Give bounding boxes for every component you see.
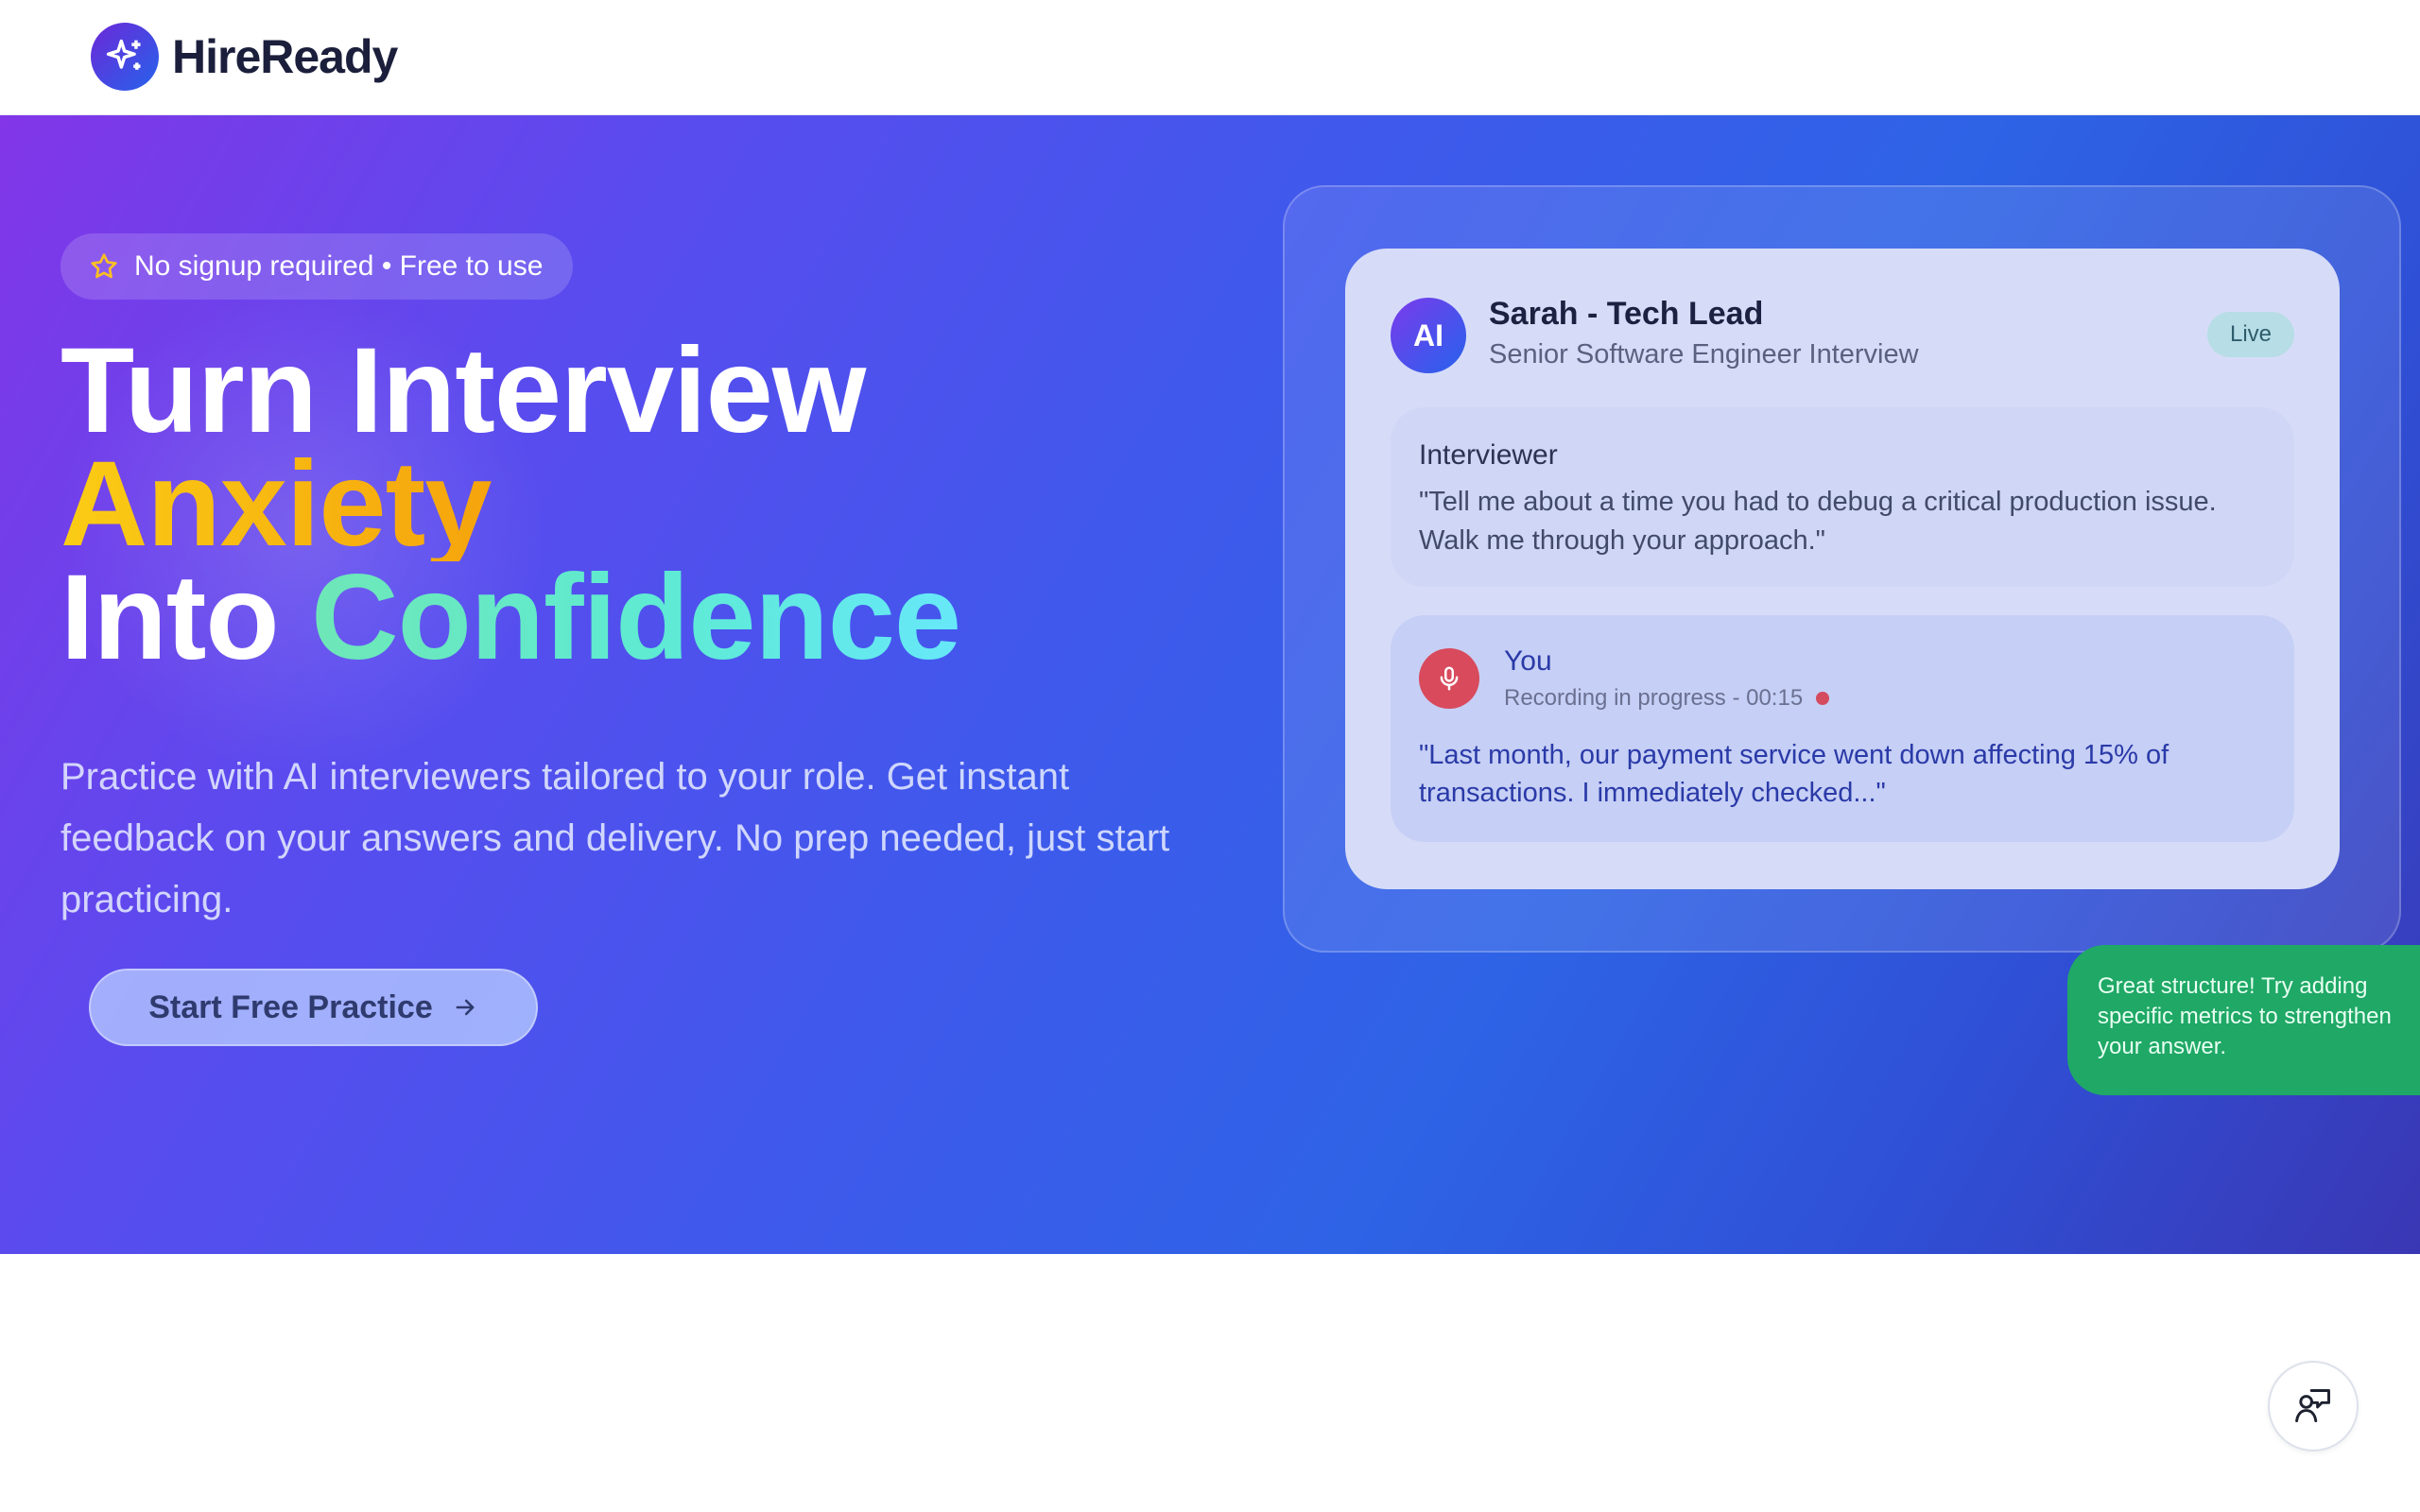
sparkle-icon [91, 23, 159, 91]
hero-headline: Turn Interview Anxiety Into Confidence [60, 323, 961, 679]
interviewer-name: Sarah - Tech Lead [1489, 296, 1764, 332]
answer-text: "Last month, our payment service went do… [1419, 740, 2169, 808]
recording-status: Recording in progress - 00:15 [1504, 685, 1830, 712]
user-answer-bubble: You Recording in progress - 00:15 "Last … [1391, 615, 2294, 842]
recording-status-text: Recording in progress - 00:15 [1504, 685, 1804, 711]
no-signup-badge: No signup required • Free to use [60, 233, 574, 300]
headline-highlight: Confidence [311, 550, 961, 685]
badge-text: No signup required • Free to use [134, 250, 544, 282]
brand-name: HireReady [172, 30, 398, 83]
interviewer-question-bubble: Interviewer "Tell me about a time you ha… [1391, 407, 2294, 587]
headline-line-3: Into Confidence [60, 558, 961, 679]
ai-feedback-toast: Great structure! Try adding specific met… [2067, 945, 2420, 1095]
interview-title: Senior Software Engineer Interview [1489, 339, 1919, 369]
live-status-badge: Live [2206, 312, 2294, 357]
headline-line-1: Turn Interview [60, 323, 866, 458]
hero-subtitle: Practice with AI interviewers tailored t… [60, 756, 1170, 920]
user-label: You [1504, 645, 1552, 677]
ai-avatar: AI [1391, 298, 1466, 373]
brand-logo[interactable]: HireReady [91, 23, 398, 91]
feedback-chat-button[interactable] [2268, 1361, 2359, 1452]
headline-line-3-prefix: Into [60, 550, 312, 685]
headline-line-2: Anxiety [60, 444, 960, 565]
feedback-chat-icon [2295, 1389, 2330, 1423]
star-icon [91, 253, 117, 279]
start-free-practice-button[interactable]: Start Free Practice [89, 969, 538, 1046]
recording-dot [1816, 692, 1830, 705]
question-text: "Tell me about a time you had to debug a… [1419, 487, 2217, 556]
top-header: HireReady [0, 0, 2420, 115]
question-label: Interviewer [1419, 439, 1558, 471]
interview-demo-card: AI Sarah - Tech Lead Senior Software Eng… [1345, 249, 2340, 889]
arrow-right-icon [456, 999, 475, 1016]
microphone-icon [1419, 648, 1479, 709]
cta-label: Start Free Practice [148, 988, 433, 1025]
